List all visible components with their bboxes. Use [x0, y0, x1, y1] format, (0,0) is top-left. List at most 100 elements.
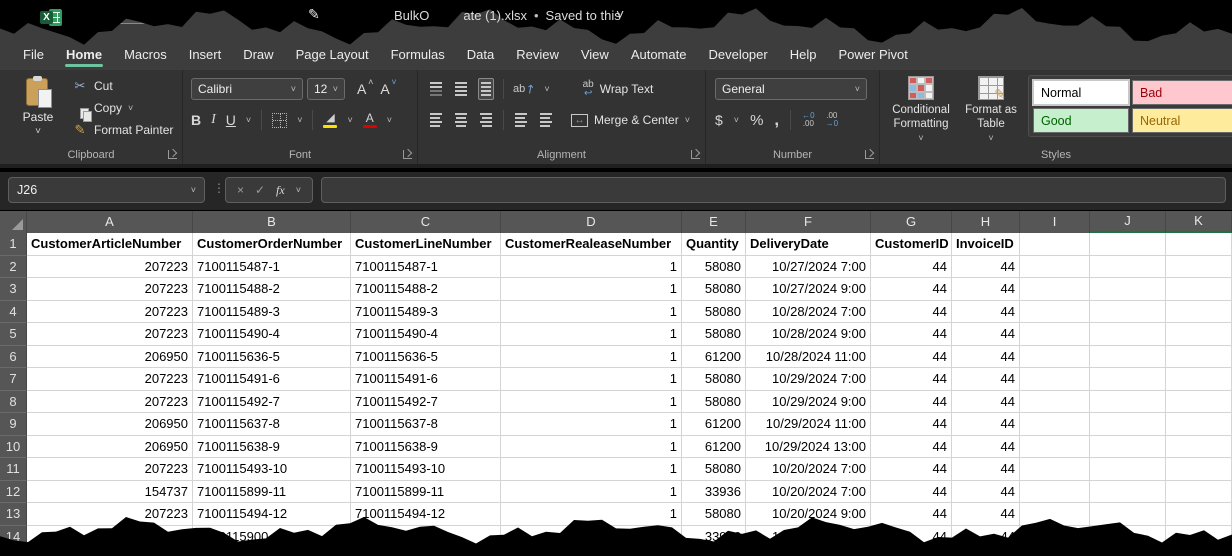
middle-align-button[interactable] [453, 79, 469, 99]
cell-E8[interactable]: 58080 [682, 391, 746, 414]
cell-F9[interactable]: 10/29/2024 11:00 [746, 413, 871, 436]
row-header-5[interactable]: 5 [0, 323, 27, 346]
cell-I7[interactable] [1020, 368, 1090, 391]
cell-J13[interactable] [1090, 503, 1166, 526]
cell-B2[interactable]: 7100115487-1 [193, 256, 351, 279]
row-header-14[interactable]: 14 [0, 526, 27, 549]
cell-B8[interactable]: 7100115492-7 [193, 391, 351, 414]
row-header-10[interactable]: 10 [0, 436, 27, 459]
title-chevron-down-icon[interactable]: ˅ [616, 6, 624, 22]
cell-J10[interactable] [1090, 436, 1166, 459]
cell-K1[interactable] [1166, 233, 1232, 256]
number-dialog-launcher-icon[interactable] [865, 150, 874, 159]
decrease-font-size-button[interactable]: A˅ [380, 81, 389, 97]
cell-C1[interactable]: CustomerLineNumber [351, 233, 501, 256]
cell-I8[interactable] [1020, 391, 1090, 414]
cell-E1[interactable]: Quantity [682, 233, 746, 256]
cell-E9[interactable]: 61200 [682, 413, 746, 436]
cell-C12[interactable]: 7100115899-11 [351, 481, 501, 504]
cell-J5[interactable] [1090, 323, 1166, 346]
decrease-decimal-button[interactable]: .00→0 [826, 112, 838, 128]
cell-J9[interactable] [1090, 413, 1166, 436]
cell-K11[interactable] [1166, 458, 1232, 481]
excel-logo-icon[interactable]: X [40, 8, 62, 27]
cell-G9[interactable]: 44 [871, 413, 952, 436]
cell-C8[interactable]: 7100115492-7 [351, 391, 501, 414]
cell-H10[interactable]: 44 [952, 436, 1020, 459]
cell-C4[interactable]: 7100115489-3 [351, 301, 501, 324]
row-header-6[interactable]: 6 [0, 346, 27, 369]
row-header-2[interactable]: 2 [0, 256, 27, 279]
font-size-select[interactable]: 12 ˅ [307, 78, 345, 100]
cell-I9[interactable] [1020, 413, 1090, 436]
comma-style-button[interactable]: , [774, 115, 779, 125]
row-header-11[interactable]: 11 [0, 458, 27, 481]
cell-D12[interactable]: 1 [501, 481, 682, 504]
cell-A14[interactable]: 154737 [27, 526, 193, 549]
cell-F13[interactable]: 10/20/2024 9:00 [746, 503, 871, 526]
cell-G13[interactable]: 44 [871, 503, 952, 526]
cell-F8[interactable]: 10/29/2024 9:00 [746, 391, 871, 414]
cell-F11[interactable]: 10/20/2024 7:00 [746, 458, 871, 481]
tab-developer[interactable]: Developer [697, 38, 778, 70]
column-header-d[interactable]: D [501, 211, 682, 233]
cell-C7[interactable]: 7100115491-6 [351, 368, 501, 391]
column-header-g[interactable]: G [871, 211, 952, 233]
cell-F14[interactable]: 10/20/2024 9:00 [746, 526, 871, 549]
cell-J11[interactable] [1090, 458, 1166, 481]
cell-H12[interactable]: 44 [952, 481, 1020, 504]
cell-J12[interactable] [1090, 481, 1166, 504]
tab-formulas[interactable]: Formulas [380, 38, 456, 70]
cell-H7[interactable]: 44 [952, 368, 1020, 391]
cell-C13[interactable]: 7100115494-12 [351, 503, 501, 526]
row-header-9[interactable]: 9 [0, 413, 27, 436]
increase-decimal-button[interactable]: ←0.00 [802, 112, 814, 128]
cell-H4[interactable]: 44 [952, 301, 1020, 324]
cell-G10[interactable]: 44 [871, 436, 952, 459]
fx-chevron-icon[interactable]: ˅ [296, 185, 301, 195]
cell-D7[interactable]: 1 [501, 368, 682, 391]
paste-button[interactable]: Paste ˅ [12, 76, 64, 148]
cell-A7[interactable]: 207223 [27, 368, 193, 391]
cell-I1[interactable] [1020, 233, 1090, 256]
cell-I2[interactable] [1020, 256, 1090, 279]
cell-C2[interactable]: 7100115487-1 [351, 256, 501, 279]
copy-button[interactable]: Copy ˅ [72, 101, 173, 115]
cell-D13[interactable]: 1 [501, 503, 682, 526]
cell-K6[interactable] [1166, 346, 1232, 369]
tab-home[interactable]: Home [55, 38, 113, 70]
font-name-select[interactable]: Calibri ˅ [191, 78, 303, 100]
merge-center-button[interactable]: ↔ Merge & Center ˅ [571, 113, 690, 127]
cell-K14[interactable] [1166, 526, 1232, 549]
cell-B6[interactable]: 7100115636-5 [193, 346, 351, 369]
cell-A9[interactable]: 206950 [27, 413, 193, 436]
cell-G2[interactable]: 44 [871, 256, 952, 279]
cell-C6[interactable]: 7100115636-5 [351, 346, 501, 369]
tab-draw[interactable]: Draw [232, 38, 284, 70]
cell-H8[interactable]: 44 [952, 391, 1020, 414]
cell-D8[interactable]: 1 [501, 391, 682, 414]
cell-G11[interactable]: 44 [871, 458, 952, 481]
name-box[interactable]: J26 ˅ [8, 177, 205, 203]
cell-J1[interactable] [1090, 233, 1166, 256]
cell-F10[interactable]: 10/29/2024 13:00 [746, 436, 871, 459]
decrease-indent-button[interactable] [513, 110, 529, 130]
cell-J3[interactable] [1090, 278, 1166, 301]
cell-K13[interactable] [1166, 503, 1232, 526]
insert-function-button[interactable]: fx [276, 183, 285, 198]
font-dialog-launcher-icon[interactable] [403, 150, 412, 159]
cell-H5[interactable]: 44 [952, 323, 1020, 346]
cell-C10[interactable]: 7100115638-9 [351, 436, 501, 459]
tab-view[interactable]: View [570, 38, 620, 70]
cell-G14[interactable]: 44 [871, 526, 952, 549]
format-as-table-button[interactable]: ✎ Format as Table ˅ [958, 76, 1024, 145]
cell-J6[interactable] [1090, 346, 1166, 369]
wrap-text-button[interactable]: ab↩ Wrap Text [583, 80, 654, 98]
document-title[interactable]: BulkO ate (1).xlsx • Saved to this [394, 8, 621, 23]
orientation-chevron-icon[interactable]: ˅ [544, 84, 549, 94]
cell-G4[interactable]: 44 [871, 301, 952, 324]
tab-help[interactable]: Help [779, 38, 828, 70]
row-header-13[interactable]: 13 [0, 503, 27, 526]
cell-E5[interactable]: 58080 [682, 323, 746, 346]
cell-G12[interactable]: 44 [871, 481, 952, 504]
